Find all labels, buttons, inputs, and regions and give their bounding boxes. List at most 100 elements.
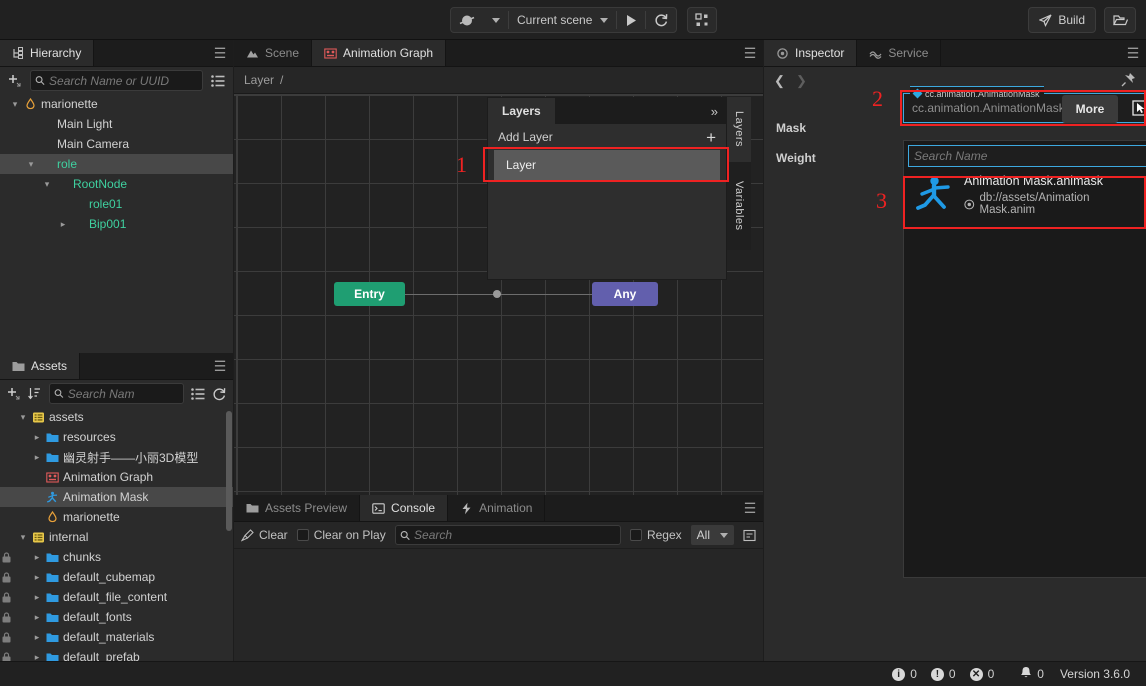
dropdown-search-input[interactable] (914, 149, 1141, 163)
asset-item[interactable]: ▸default_fonts (0, 607, 233, 627)
breadcrumb-layer[interactable]: Layer (244, 73, 274, 87)
clear-on-play-checkbox[interactable] (297, 529, 309, 541)
regex-toggle[interactable]: Regex (630, 528, 682, 542)
chevron-down-icon[interactable]: ▾ (16, 412, 30, 423)
assets-tree[interactable]: ▾assets▸resources▸幽灵射手——小丽3D模型Animation … (0, 407, 233, 661)
chevron-left-icon[interactable]: ❮ (774, 73, 796, 89)
status-info[interactable]: i 0 (892, 667, 917, 681)
asset-item[interactable]: ▸default_cubemap (0, 567, 233, 587)
tab-service[interactable]: Service (857, 40, 941, 66)
asset-item[interactable]: marionette (0, 507, 233, 527)
tab-hierarchy[interactable]: Hierarchy (0, 40, 94, 66)
log-filter-select[interactable]: All (691, 525, 734, 545)
assets-scrollbar[interactable] (226, 411, 232, 531)
build-button[interactable]: Build (1028, 7, 1096, 33)
assets-list-view-icon[interactable] (191, 388, 205, 400)
hierarchy-node-main-camera[interactable]: Main Camera (0, 134, 233, 154)
list-view-icon[interactable] (211, 75, 225, 87)
tab-animation[interactable]: Animation (448, 495, 545, 521)
tab-animation-graph[interactable]: Animation Graph (312, 40, 446, 66)
asset-picker-icon[interactable] (1132, 100, 1146, 119)
hierarchy-node-marionette[interactable]: ▾marionette (0, 94, 233, 114)
asset-item[interactable]: ▾assets (0, 407, 233, 427)
asset-item[interactable]: ▸幽灵射手——小丽3D模型 (0, 447, 233, 467)
hierarchy-tree[interactable]: ▾marionetteMain LightMain Camera▾role▾Ro… (0, 94, 233, 234)
asset-item[interactable]: ▸default_materials (0, 627, 233, 647)
console-search-box[interactable] (395, 525, 621, 545)
hierarchy-node-role[interactable]: ▾role (0, 154, 233, 174)
status-error[interactable]: ✕ 0 (970, 667, 995, 681)
asset-item[interactable]: ▸resources (0, 427, 233, 447)
chevron-down-icon[interactable]: ▾ (24, 159, 38, 170)
hierarchy-node-bip001[interactable]: ▸Bip001 (0, 214, 233, 234)
dropdown-list-item[interactable]: Animation Mask.animask db://assets/Anima… (904, 171, 1146, 219)
graph-node-entry[interactable]: Entry (334, 282, 405, 306)
chevron-right-icon[interactable]: ▸ (30, 632, 44, 643)
chevron-down-icon[interactable]: ▾ (16, 532, 30, 543)
plus-icon[interactable]: + (706, 131, 716, 144)
chevron-right-icon[interactable]: ▸ (30, 652, 44, 662)
tab-assets-preview[interactable]: Assets Preview (234, 495, 360, 521)
chevron-right-icon[interactable]: ▸ (30, 572, 44, 583)
chevron-right-icon[interactable]: ▸ (30, 452, 44, 463)
assets-search-input[interactable] (68, 387, 179, 401)
chevron-right-icon[interactable]: ▸ (30, 552, 44, 563)
graph-node-any[interactable]: Any (592, 282, 658, 306)
assets-search-box[interactable] (49, 383, 184, 404)
add-asset-icon[interactable] (7, 387, 21, 401)
console-output[interactable] (234, 549, 763, 661)
tab-scene[interactable]: Scene (234, 40, 312, 66)
asset-item[interactable]: ▸default_file_content (0, 587, 233, 607)
inspector-menu-icon[interactable]: ☰ (1120, 40, 1146, 66)
layers-panel-expand-icon[interactable]: » (555, 104, 726, 119)
hierarchy-node-role01[interactable]: role01 (0, 194, 233, 214)
hierarchy-node-rootnode[interactable]: ▾RootNode (0, 174, 233, 194)
graph-edge-handle[interactable] (493, 290, 501, 298)
console-menu-icon[interactable]: ☰ (737, 495, 763, 521)
chevron-right-icon[interactable]: ▸ (56, 219, 70, 230)
chevron-right-icon[interactable]: ▸ (30, 612, 44, 623)
hierarchy-menu-icon[interactable]: ☰ (207, 40, 233, 66)
refresh-button[interactable] (646, 8, 676, 32)
add-node-icon[interactable] (8, 74, 22, 88)
assets-tree-scroll[interactable]: ▾assets▸resources▸幽灵射手——小丽3D模型Animation … (0, 407, 233, 661)
scene-mode-select[interactable]: Current scene (509, 13, 616, 27)
center-menu-icon[interactable]: ☰ (737, 40, 763, 66)
preview-target-icon[interactable] (451, 8, 484, 32)
dropdown-search-box[interactable] (908, 145, 1146, 167)
asset-picker-dropdown[interactable]: Animation Mask.animask db://assets/Anima… (903, 140, 1146, 578)
layers-panel-title[interactable]: Layers (488, 98, 555, 124)
console-search-input[interactable] (414, 528, 616, 542)
device-grid-button[interactable] (687, 7, 717, 33)
sort-icon[interactable] (28, 387, 42, 401)
wrap-lines-icon[interactable] (743, 529, 756, 542)
tab-inspector[interactable]: Inspector (764, 40, 857, 66)
chevron-right-icon[interactable]: ❯ (796, 73, 818, 89)
asset-item[interactable]: Animation Graph (0, 467, 233, 487)
side-tab-layers[interactable]: Layers (727, 97, 751, 162)
hierarchy-search-box[interactable] (30, 70, 203, 91)
tab-assets[interactable]: Assets (0, 353, 80, 379)
chevron-down-icon[interactable]: ▾ (8, 99, 22, 110)
asset-item[interactable]: ▸default_prefab (0, 647, 233, 661)
play-button[interactable] (617, 8, 645, 32)
asset-item[interactable]: Animation Mask (0, 487, 233, 507)
asset-item[interactable]: ▾internal (0, 527, 233, 547)
asset-item[interactable]: ▸chunks (0, 547, 233, 567)
hierarchy-search-input[interactable] (49, 74, 198, 88)
preview-target-dropdown[interactable] (484, 8, 508, 32)
pin-icon[interactable] (1121, 72, 1136, 90)
open-folder-button[interactable] (1104, 7, 1136, 33)
status-notifications[interactable]: 0 (1020, 666, 1044, 682)
assets-menu-icon[interactable]: ☰ (207, 353, 233, 379)
tab-console[interactable]: Console (360, 495, 448, 521)
add-layer-row[interactable]: Add Layer + (488, 124, 726, 150)
status-warning[interactable]: ! 0 (931, 667, 956, 681)
assets-refresh-icon[interactable] (212, 387, 226, 401)
clear-button[interactable]: Clear (241, 528, 288, 542)
chevron-down-icon[interactable]: ▾ (40, 179, 54, 190)
hierarchy-node-main-light[interactable]: Main Light (0, 114, 233, 134)
clear-on-play-toggle[interactable]: Clear on Play (297, 528, 386, 542)
chevron-right-icon[interactable]: ▸ (30, 432, 44, 443)
layer-list-item[interactable]: Layer (494, 150, 720, 180)
